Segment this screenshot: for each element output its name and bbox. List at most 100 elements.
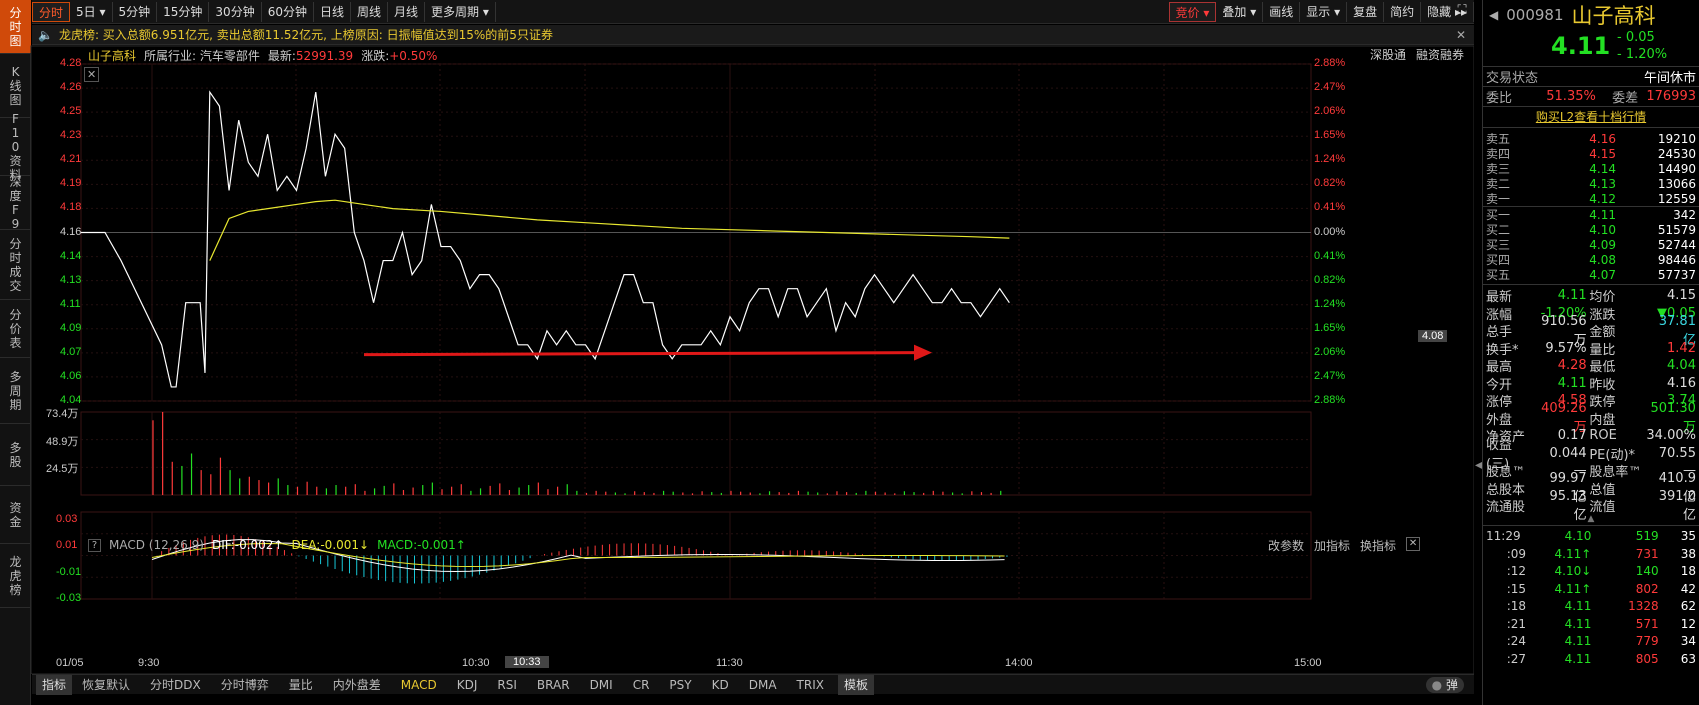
period-button-5[interactable]: 60分钟 (262, 1, 314, 22)
period-button-4[interactable]: 30分钟 (209, 1, 262, 22)
avg-line (209, 199, 1010, 261)
indicator-tab-11[interactable]: CR (623, 675, 660, 695)
stat-label: 总股本 (1486, 482, 1526, 498)
toolbar-right-button-4[interactable]: 复盘 (1347, 2, 1385, 22)
indicator-tab-2[interactable]: 分时DDX (140, 675, 211, 695)
stat-label: 量比 (1589, 342, 1616, 358)
toolbar-right-button-3[interactable]: 显示 ▾ (1300, 2, 1348, 22)
order-book-row: 卖四 4.15 24530 (1483, 146, 1699, 162)
tick-row: :12 4.10↓ 140 18 (1483, 563, 1699, 581)
order-book-row: 卖二 4.13 13066 (1483, 176, 1699, 192)
pct-axis-label: 2.47% (1314, 81, 1346, 94)
sidebar-tab-8[interactable]: 资金 (0, 486, 31, 544)
stat-label: 涨跌 (1589, 307, 1616, 323)
close-icon[interactable]: ✕ (1456, 28, 1466, 42)
toolbar-right-button-5[interactable]: 简约 (1384, 2, 1422, 22)
stock-name: 山子高科 (88, 48, 137, 63)
stats-row: 流通股 95.13亿 流值 391.0亿 (1483, 489, 1699, 523)
link-shengutong[interactable]: 深股通 (1370, 46, 1406, 64)
macd-axis-label: -0.01 (56, 565, 82, 578)
bid-book: 买一 4.11 342 买二 4.10 51579 买三 4.09 52744 买四 4.08 984… (1483, 207, 1699, 283)
status-label: 交易状态 (1486, 71, 1539, 86)
period-button-2[interactable]: 5分钟 (113, 1, 158, 22)
tick-volume: 805 (1635, 651, 1659, 666)
stat-label: 内盘 (1589, 412, 1616, 428)
edit-params-link[interactable]: 改参数 (1268, 537, 1304, 553)
panel-collapse-icon[interactable]: ◀ (1475, 460, 1483, 480)
order-price: 4.08 (1589, 252, 1616, 267)
stats-row: 收益(三) 0.044 PE(动)* 70.55 (1483, 438, 1699, 472)
sidebar-tab-label: 龙虎榜 (9, 554, 22, 597)
period-button-7[interactable]: 周线 (351, 1, 389, 22)
link-margin[interactable]: 融资融券 (1416, 46, 1464, 64)
quote-stock-name: 山子高科 (1571, 4, 1656, 28)
period-button-3[interactable]: 15分钟 (157, 1, 210, 22)
period-button-0[interactable]: 分时 (32, 1, 71, 22)
order-volume: 52744 (1657, 237, 1696, 252)
change-value: +0.50% (389, 48, 438, 63)
indicator-tab-5[interactable]: 内外盘差 (323, 675, 391, 695)
period-button-8[interactable]: 月线 (388, 1, 426, 22)
sidebar-tab-4[interactable]: 分时成交 (0, 230, 31, 300)
chart-close-icon[interactable]: ✕ (84, 67, 100, 82)
pct-axis-label: 2.47% (1314, 369, 1346, 382)
indicator-tab-0[interactable]: 指标 (36, 674, 73, 695)
industry-label[interactable]: 所属行业: 汽车零部件 (144, 47, 260, 64)
time-axis-label: 15:00 (1294, 657, 1322, 669)
tick-price: 4.11↑ (1554, 581, 1592, 596)
sidebar-tab-0[interactable]: 分时图 (0, 0, 31, 54)
close-macd-icon[interactable]: ✕ (1406, 537, 1421, 551)
time-axis-label: 11:30 (716, 657, 743, 669)
tick-volume: 571 (1635, 616, 1659, 631)
sidebar-tab-3[interactable]: 深度F9 (0, 175, 31, 231)
price-axis-label: 4.26 (60, 81, 82, 94)
tick-count: 34 (1680, 634, 1696, 649)
period-button-1[interactable]: 5日 ▾ (70, 1, 113, 22)
indicator-tab-12[interactable]: PSY (659, 675, 701, 695)
indicator-tab-7[interactable]: KDJ (447, 675, 488, 695)
toolbar-right-button-2[interactable]: 画线 (1263, 2, 1301, 22)
indicator-tab-13[interactable]: KD (702, 675, 739, 695)
indicator-tab-15[interactable]: TRIX (787, 675, 834, 695)
indicator-tab-16[interactable]: 模板 (837, 674, 874, 695)
price-cursor-tag: 4.08 (1418, 329, 1448, 342)
help-icon[interactable]: ? (88, 538, 101, 552)
sidebar-tab-7[interactable]: 多股 (0, 424, 31, 486)
indicator-tab-4[interactable]: 量比 (279, 675, 323, 695)
l2-link[interactable]: 购买L2查看十档行情 (1483, 107, 1699, 127)
add-indicator-link[interactable]: 加指标 (1314, 537, 1350, 553)
period-button-9[interactable]: 更多周期 ▾ (425, 1, 496, 22)
pct-axis-label: 1.65% (1314, 321, 1346, 334)
sidebar-tab-5[interactable]: 分价表 (0, 300, 31, 358)
notice-text: 龙虎榜: 买入总额6.951亿元, 卖出总额11.52亿元, 上榜原因: 日振幅… (58, 28, 553, 42)
sidebar-tab-1[interactable]: K线图 (0, 54, 31, 118)
stats-row: 换手* 9.57% 量比 1.42 (1483, 340, 1699, 358)
sidebar-tab-6[interactable]: 多周期 (0, 358, 31, 424)
sidebar-tab-2[interactable]: F10资料 (0, 112, 31, 182)
indicator-tab-8[interactable]: RSI (487, 675, 527, 695)
period-button-6[interactable]: 日线 (314, 1, 351, 22)
order-volume: 12559 (1657, 191, 1696, 206)
pct-axis-label: 0.82% (1314, 273, 1346, 286)
sidebar-tab-9[interactable]: 龙虎榜 (0, 544, 31, 608)
toolbar-right-button-0[interactable]: 竞价 ▾ (1168, 2, 1217, 22)
order-book-row: 买四 4.08 98446 (1483, 252, 1699, 268)
stat-label: 总值 (1589, 482, 1616, 498)
indicator-tab-1[interactable]: 恢复默认 (72, 675, 140, 695)
indicator-tab-9[interactable]: BRAR (527, 675, 580, 695)
stat-label: 涨停 (1486, 395, 1513, 411)
intraday-chart[interactable] (0, 0, 1474, 674)
tick-count: 18 (1680, 564, 1696, 579)
order-book-row: 卖三 4.14 14490 (1483, 161, 1699, 177)
indicator-tab-6[interactable]: MACD (391, 675, 447, 695)
macd-axis-label: 0.01 (56, 539, 78, 552)
prev-stock-icon[interactable]: ◀ (1489, 8, 1498, 22)
fullscreen-icon[interactable]: ⛶ (1452, 3, 1472, 21)
indicator-tab-10[interactable]: DMI (580, 675, 623, 695)
toolbar-right-button-1[interactable]: 叠加 ▾ (1216, 2, 1264, 22)
indicator-tab-3[interactable]: 分时博弈 (211, 675, 279, 695)
switch-indicator-link[interactable]: 换指标 (1360, 537, 1396, 553)
annotation-arrow (363, 351, 916, 357)
popup-toggle[interactable]: ● 弹 (1425, 677, 1464, 693)
indicator-tab-14[interactable]: DMA (739, 675, 787, 695)
